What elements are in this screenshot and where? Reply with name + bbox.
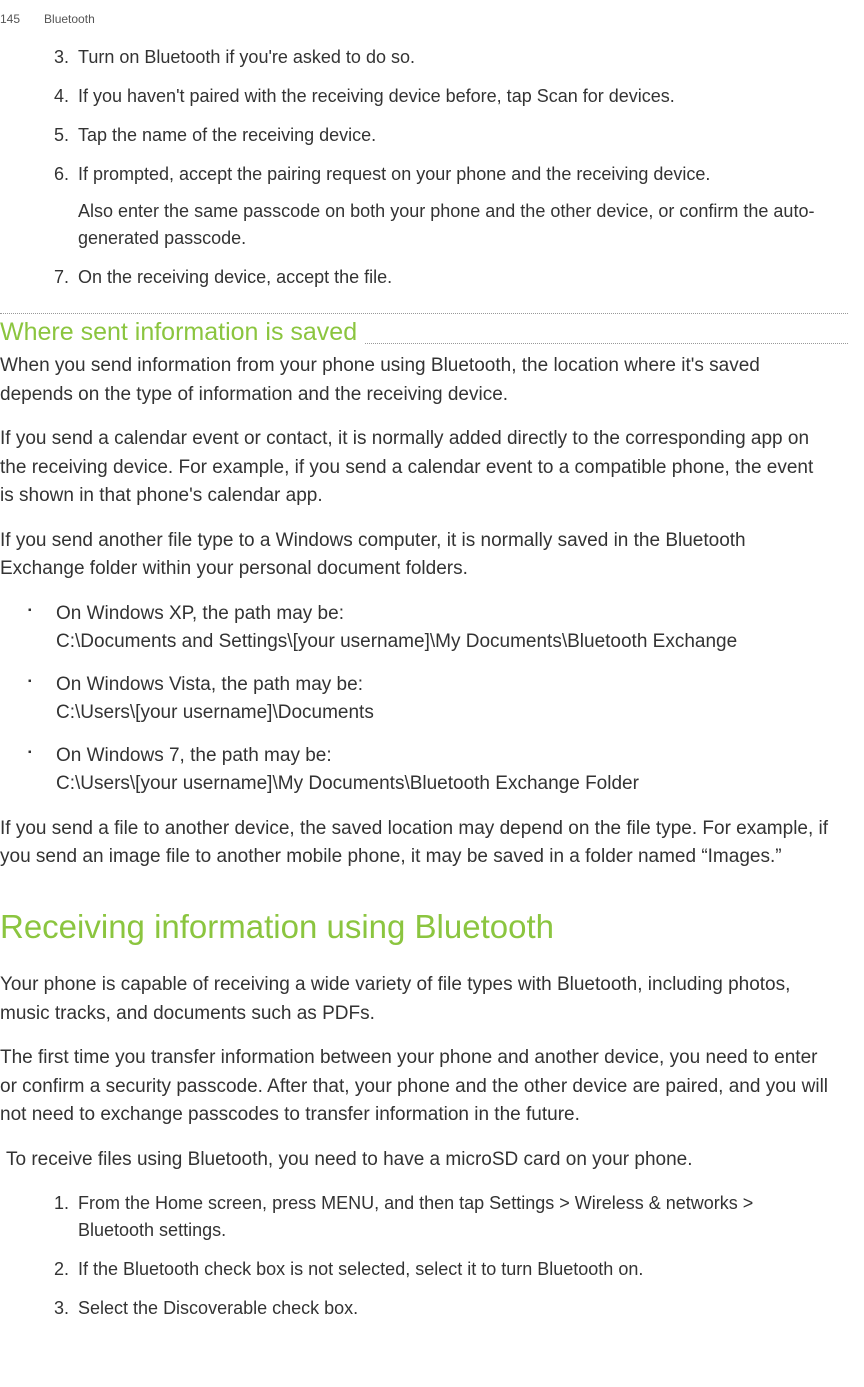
- step-number: 4.: [54, 83, 72, 110]
- step-number: 6.: [54, 161, 72, 252]
- step-item: 2. If the Bluetooth check box is not sel…: [54, 1256, 832, 1283]
- paragraph: When you send information from your phon…: [0, 352, 832, 409]
- page-header: 145 Bluetooth: [0, 10, 848, 44]
- step-text: If the Bluetooth check box is not select…: [78, 1256, 643, 1283]
- step-item: 5. Tap the name of the receiving device.: [54, 122, 848, 149]
- step-number: 1.: [54, 1190, 72, 1244]
- step-item: 3. Select the Discoverable check box.: [54, 1295, 832, 1322]
- step-text: If you haven't paired with the receiving…: [78, 83, 675, 110]
- step-number: 7.: [54, 264, 72, 291]
- paragraph: To receive files using Bluetooth, you ne…: [0, 1146, 832, 1175]
- bulleted-list: On Windows XP, the path may be: C:\Docum…: [0, 600, 832, 799]
- step-text: Tap the name of the receiving device.: [78, 122, 376, 149]
- step-text: Turn on Bluetooth if you're asked to do …: [78, 44, 415, 71]
- paragraph: The first time you transfer information …: [0, 1044, 832, 1130]
- section-heading: Receiving information using Bluetooth: [0, 902, 832, 952]
- paragraph: If you send a calendar event or contact,…: [0, 425, 832, 511]
- list-item: On Windows 7, the path may be: C:\Users\…: [56, 742, 832, 799]
- paragraph: Your phone is capable of receiving a wid…: [0, 971, 832, 1028]
- steps-list-a: 3. Turn on Bluetooth if you're asked to …: [0, 44, 848, 291]
- step-number: 3.: [54, 44, 72, 71]
- step-item: 3. Turn on Bluetooth if you're asked to …: [54, 44, 848, 71]
- paragraph: If you send another file type to a Windo…: [0, 527, 832, 584]
- step-number: 2.: [54, 1256, 72, 1283]
- step-number: 5.: [54, 122, 72, 149]
- step-text: If prompted, accept the pairing request …: [78, 161, 848, 252]
- step-item: 1. From the Home screen, press MENU, and…: [54, 1190, 832, 1244]
- subsection-heading: Where sent information is saved: [0, 318, 365, 346]
- paragraph: If you send a file to another device, th…: [0, 815, 832, 872]
- steps-list-b: 1. From the Home screen, press MENU, and…: [0, 1190, 832, 1322]
- list-item: On Windows XP, the path may be: C:\Docum…: [56, 600, 832, 657]
- step-text: Select the Discoverable check box.: [78, 1295, 358, 1322]
- step-item: 7. On the receiving device, accept the f…: [54, 264, 848, 291]
- list-item: On Windows Vista, the path may be: C:\Us…: [56, 671, 832, 728]
- step-number: 3.: [54, 1295, 72, 1322]
- page-number: 145: [0, 10, 20, 28]
- step-item: 6. If prompted, accept the pairing reque…: [54, 161, 848, 252]
- subsection-divider: Where sent information is saved: [0, 313, 848, 344]
- step-item: 4. If you haven't paired with the receiv…: [54, 83, 848, 110]
- step-text: On the receiving device, accept the file…: [78, 264, 392, 291]
- step-text: From the Home screen, press MENU, and th…: [78, 1190, 832, 1244]
- section-title: Bluetooth: [44, 10, 95, 28]
